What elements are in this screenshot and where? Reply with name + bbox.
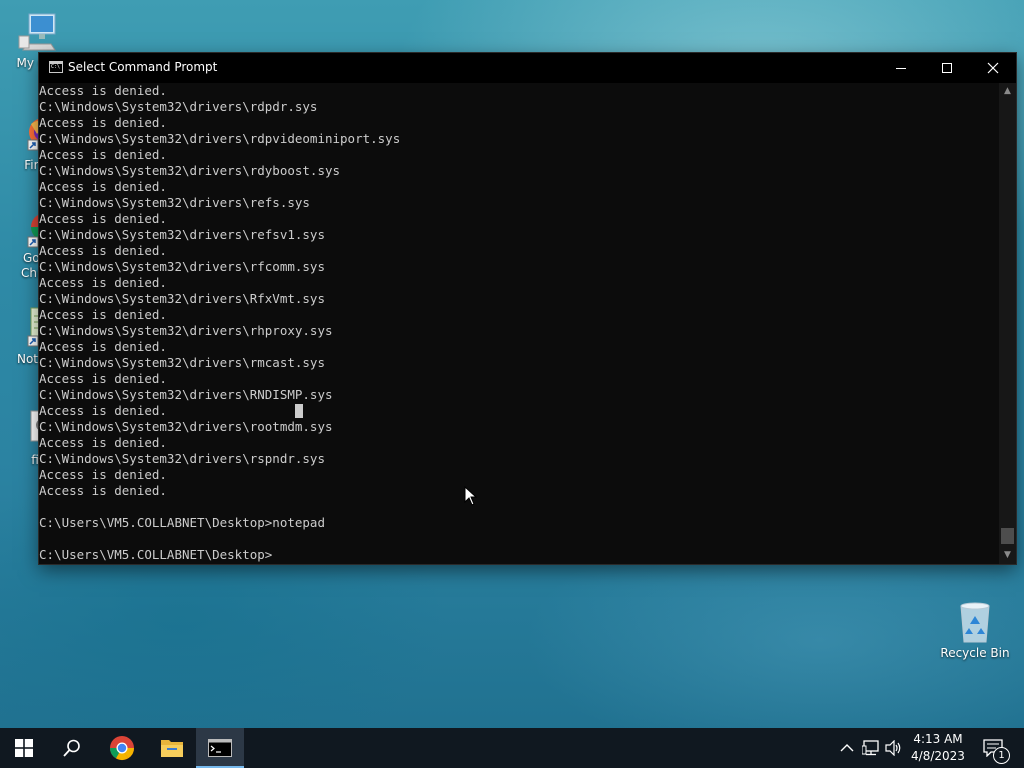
minimize-button[interactable]: [878, 53, 924, 83]
console-line: Access is denied.: [39, 307, 167, 322]
taskbar: 4:13 AM 4/8/2023 1: [0, 728, 1024, 768]
console-line: C:\Windows\System32\drivers\rfcomm.sys: [39, 259, 325, 274]
close-icon: [987, 62, 999, 74]
console-line: C:\Windows\System32\drivers\rootmdm.sys: [39, 419, 333, 434]
console-line: Access is denied.: [39, 211, 167, 226]
console-line: Access is denied.: [39, 339, 167, 354]
search-icon: [63, 739, 80, 757]
desktop-icon-label: Recycle Bin: [940, 646, 1010, 660]
windows-logo-icon: [15, 739, 33, 757]
console-line: C:\Users\VM5.COLLABNET\Desktop>: [39, 547, 273, 562]
window-title: Select Command Prompt: [68, 60, 218, 74]
chrome-icon: [110, 736, 134, 761]
console-output[interactable]: Access is denied. C:\Windows\System32\dr…: [39, 83, 999, 564]
taskbar-chrome-button[interactable]: [98, 728, 146, 768]
mouse-pointer-icon: [464, 486, 478, 506]
console-line: Access is denied.: [39, 371, 167, 386]
console-line: C:\Users\VM5.COLLABNET\Desktop>notepad: [39, 515, 325, 530]
console-line: C:\Windows\System32\drivers\rdpdr.sys: [39, 99, 318, 114]
console-line: Access is denied.: [39, 275, 167, 290]
start-button[interactable]: [0, 728, 48, 768]
maximize-button[interactable]: [924, 53, 970, 83]
console-line: C:\Windows\System32\drivers\refs.sys: [39, 195, 310, 210]
show-hidden-icons-button[interactable]: [838, 728, 856, 768]
network-icon: [862, 740, 879, 756]
recycle-bin-icon: [953, 600, 997, 644]
clock-date: 4/8/2023: [911, 749, 965, 763]
scroll-up-arrow-icon[interactable]: ▲: [999, 83, 1016, 100]
close-button[interactable]: [970, 53, 1016, 83]
clock-time: 4:13 AM: [913, 732, 963, 746]
chevron-up-icon: [840, 744, 854, 752]
console-line: C:\Windows\System32\drivers\RNDISMP.sys: [39, 387, 333, 402]
volume-button[interactable]: [884, 728, 904, 768]
taskbar-clock[interactable]: 4:13 AM 4/8/2023: [903, 728, 973, 768]
network-status-button[interactable]: [860, 728, 882, 768]
console-line: Access is denied.: [39, 403, 167, 418]
text-cursor: [295, 404, 303, 418]
console-line: Access is denied.: [39, 83, 167, 98]
volume-icon: [885, 740, 901, 756]
search-button[interactable]: [48, 728, 96, 768]
console-line: Access is denied.: [39, 147, 167, 162]
terminal-icon: [208, 739, 232, 757]
notification-count-badge: 1: [993, 747, 1010, 764]
console-line: Access is denied.: [39, 467, 167, 482]
scroll-down-arrow-icon[interactable]: ▼: [999, 547, 1016, 564]
console-line: C:\Windows\System32\drivers\rspndr.sys: [39, 451, 325, 466]
console-line: C:\Windows\System32\drivers\rhproxy.sys: [39, 323, 333, 338]
action-center-button[interactable]: 1: [980, 728, 1010, 768]
command-prompt-icon: [49, 61, 63, 73]
console-line: Access is denied.: [39, 115, 167, 130]
console-line: Access is denied.: [39, 435, 167, 450]
console-line: Access is denied.: [39, 483, 167, 498]
console-line: C:\Windows\System32\drivers\rmcast.sys: [39, 355, 325, 370]
vertical-scrollbar[interactable]: ▲ ▼: [999, 83, 1016, 564]
taskbar-file-explorer-button[interactable]: [148, 728, 196, 768]
console-line: C:\Windows\System32\drivers\rdpvideomini…: [39, 131, 401, 146]
console-line: Access is denied.: [39, 179, 167, 194]
scrollbar-thumb[interactable]: [1001, 528, 1014, 544]
computer-icon: [13, 10, 57, 54]
folder-icon: [161, 740, 183, 757]
desktop-icon-recycle-bin[interactable]: Recycle Bin: [940, 600, 1010, 661]
console-line: C:\Windows\System32\drivers\rdyboost.sys: [39, 163, 341, 178]
console-line: C:\Windows\System32\drivers\refsv1.sys: [39, 227, 325, 242]
taskbar-command-prompt-button[interactable]: [196, 728, 244, 768]
command-prompt-window[interactable]: Select Command Prompt Access is denied. …: [39, 53, 1016, 564]
console-line: Access is denied.: [39, 243, 167, 258]
console-line: C:\Windows\System32\drivers\RfxVmt.sys: [39, 291, 325, 306]
window-titlebar[interactable]: Select Command Prompt: [39, 53, 1016, 83]
